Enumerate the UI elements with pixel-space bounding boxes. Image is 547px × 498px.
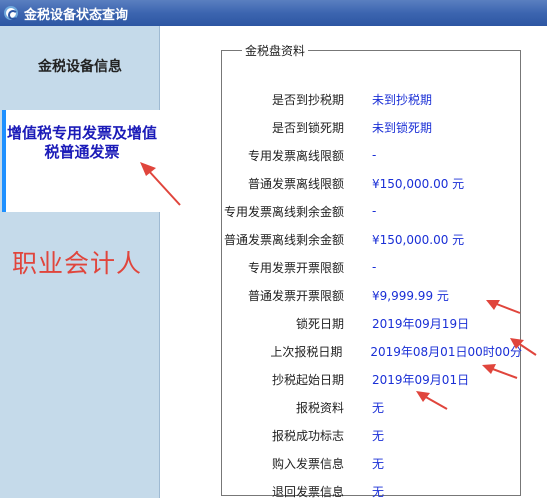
row-value: ¥150,000.00 元 xyxy=(372,176,465,191)
info-row: 是否到锁死期 未到锁死期 xyxy=(222,113,522,141)
info-row: 专用发票离线限额 - xyxy=(222,141,522,169)
main-content: 金税盘资料 是否到抄税期 未到抄税期 是否到锁死期 未到锁死期 专用发票离线限额… xyxy=(161,26,547,498)
row-value: ¥150,000.00 元 xyxy=(372,232,465,247)
row-label: 普通发票离线剩余金额 xyxy=(223,232,344,247)
sidebar: 金税设备信息 增值税专用发票及增值税普通发票 职业会计人 xyxy=(0,26,162,498)
row-label: 专用发票离线剩余金额 xyxy=(223,204,344,219)
row-label: 退回发票信息 xyxy=(271,484,344,498)
tax-disk-info-panel: 金税盘资料 是否到抄税期 未到抄税期 是否到锁死期 未到锁死期 专用发票离线限额… xyxy=(221,42,522,498)
app-icon xyxy=(4,6,18,20)
info-row: 报税资料 无 xyxy=(222,393,522,421)
row-value: 2019年09月19日 xyxy=(372,316,470,331)
row-label: 锁死日期 xyxy=(295,316,344,331)
row-label: 购入发票信息 xyxy=(271,456,344,471)
row-value: 无 xyxy=(372,400,385,415)
row-label: 专用发票开票限额 xyxy=(247,260,344,275)
info-row: 普通发票离线限额 ¥150,000.00 元 xyxy=(222,169,522,197)
info-row: 是否到抄税期 未到抄税期 xyxy=(222,85,522,113)
row-label: 专用发票离线限额 xyxy=(247,148,344,163)
row-label: 普通发票开票限额 xyxy=(247,288,344,303)
info-row: 专用发票开票限额 - xyxy=(222,253,522,281)
window-title: 金税设备状态查询 xyxy=(24,7,129,23)
row-value: ¥9,999.99 元 xyxy=(372,288,449,303)
row-value: 未到抄税期 xyxy=(372,92,433,107)
info-row: 锁死日期 2019年09月19日 xyxy=(222,309,522,337)
row-value: 无 xyxy=(372,428,385,443)
row-value: - xyxy=(372,260,377,274)
row-value: 未到锁死期 xyxy=(372,120,433,135)
info-row: 专用发票离线剩余金额 - xyxy=(222,197,522,225)
info-row: 抄税起始日期 2019年09月01日 xyxy=(222,365,522,393)
watermark-text: 职业会计人 xyxy=(12,249,143,278)
row-value: - xyxy=(372,204,377,218)
sidebar-item-device-info[interactable]: 金税设备信息 xyxy=(0,26,160,106)
row-label: 抄税起始日期 xyxy=(271,372,344,387)
info-row: 购入发票信息 无 xyxy=(222,449,522,477)
row-label: 是否到锁死期 xyxy=(271,120,344,135)
row-value: 2019年08月01日00时00分 xyxy=(370,344,522,359)
row-label: 是否到抄税期 xyxy=(271,92,344,107)
row-label: 普通发票离线限额 xyxy=(247,176,344,191)
row-value: 无 xyxy=(372,484,385,498)
row-value: - xyxy=(372,148,377,162)
info-row: 普通发票开票限额 ¥9,999.99 元 xyxy=(222,281,522,309)
row-label: 报税资料 xyxy=(295,400,344,415)
panel-legend: 金税盘资料 xyxy=(245,44,306,58)
row-label: 报税成功标志 xyxy=(271,428,344,443)
row-value: 无 xyxy=(372,456,385,471)
title-bar: 金税设备状态查询 xyxy=(0,0,547,26)
sidebar-item-vat-invoices[interactable]: 增值税专用发票及增值税普通发票 xyxy=(2,110,162,212)
info-row: 报税成功标志 无 xyxy=(222,421,522,449)
info-row: 普通发票离线剩余金额 ¥150,000.00 元 xyxy=(222,225,522,253)
row-value: 2019年09月01日 xyxy=(372,372,470,387)
info-row: 上次报税日期 2019年08月01日00时00分 xyxy=(222,337,522,365)
info-row: 退回发票信息 无 xyxy=(222,477,522,498)
row-label: 上次报税日期 xyxy=(270,344,343,359)
